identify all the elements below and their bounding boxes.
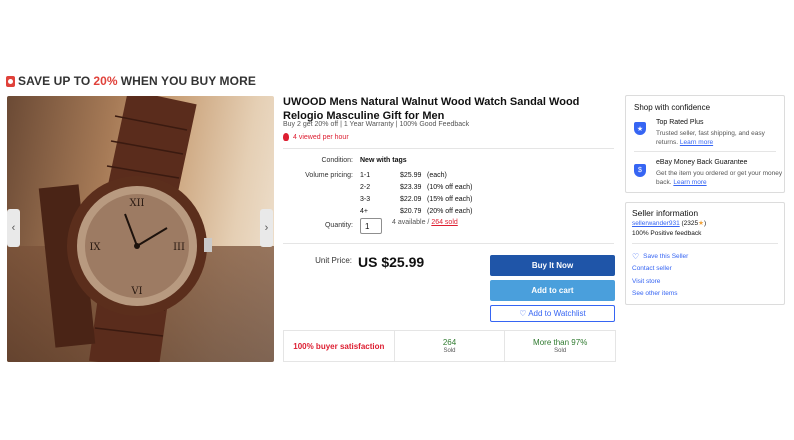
next-image-button[interactable]: › bbox=[260, 209, 273, 247]
seller-rating-end: ) bbox=[703, 220, 707, 227]
chevron-right-icon: › bbox=[264, 222, 269, 234]
top-rated-text: Trusted seller, fast shipping, and easy … bbox=[656, 130, 765, 146]
heart-icon: ♡ bbox=[632, 252, 640, 261]
divider bbox=[283, 243, 614, 244]
more-than-text: More than 97% bbox=[533, 338, 588, 347]
save-seller-link[interactable]: ♡ Save this Seller bbox=[632, 252, 688, 261]
svg-text:IX: IX bbox=[89, 242, 101, 253]
fire-icon bbox=[283, 133, 289, 141]
product-image[interactable]: XII III VI IX bbox=[7, 96, 274, 362]
more-than-label: Sold bbox=[554, 348, 567, 354]
seller-rating: (2325 bbox=[681, 220, 699, 227]
learn-more-link[interactable]: Learn more bbox=[680, 139, 713, 146]
shop-with-confidence-panel: Shop with confidence ★ Top Rated Plus Tr… bbox=[625, 95, 785, 193]
condition-value: New with tags bbox=[360, 157, 407, 164]
top-rated-icon: ★ bbox=[634, 122, 646, 135]
promo-suffix: WHEN YOU BUY MORE bbox=[120, 74, 256, 88]
see-other-items-link[interactable]: See other items bbox=[632, 289, 678, 298]
volume-tier-row[interactable]: 1-1 $25.99 (each) bbox=[360, 172, 472, 184]
sold-stat: 264 Sold bbox=[393, 331, 505, 361]
add-to-cart-button[interactable]: Add to cart bbox=[490, 280, 615, 301]
svg-text:III: III bbox=[173, 242, 185, 253]
available-count: 4 available / bbox=[392, 219, 430, 226]
money-back-title: eBay Money Back Guarantee bbox=[656, 159, 748, 166]
money-back-text: Get the item you ordered or get your mon… bbox=[656, 170, 783, 186]
sold-count: 264 bbox=[442, 338, 457, 347]
contact-seller-link[interactable]: Contact seller bbox=[632, 264, 672, 273]
volume-tier-row[interactable]: 3-3 $22.09 (15% off each) bbox=[360, 196, 472, 208]
seller-name-row: sellerwander931 (2325★) bbox=[632, 219, 706, 228]
tier-qty: 2-2 bbox=[360, 184, 371, 191]
stats-bar: 100% buyer satisfaction 264 Sold More th… bbox=[283, 330, 616, 362]
unit-price-label: Unit Price: bbox=[315, 256, 352, 265]
tier-qty: 3-3 bbox=[360, 196, 371, 203]
shield-icon: $ bbox=[634, 164, 646, 177]
chevron-left-icon: ‹ bbox=[11, 222, 16, 234]
quantity-label: Quantity: bbox=[324, 222, 353, 229]
top-rated-title: Top Rated Plus bbox=[656, 119, 704, 126]
tier-note: (15% off each) bbox=[427, 196, 473, 203]
seller-heading: Seller information bbox=[632, 208, 699, 218]
confidence-heading: Shop with confidence bbox=[634, 103, 711, 112]
quantity-input[interactable]: 1 bbox=[360, 218, 382, 234]
seller-feedback: 100% Positive feedback bbox=[632, 230, 702, 237]
tier-note: (each) bbox=[427, 172, 447, 179]
availability: 4 available / 264 sold bbox=[392, 219, 458, 226]
more-than-stat: More than 97% Sold bbox=[504, 331, 615, 361]
volume-tier-row[interactable]: 2-2 $23.39 (10% off each) bbox=[360, 184, 472, 196]
visit-store-link[interactable]: Visit store bbox=[632, 277, 660, 286]
seller-information-panel: Seller information sellerwander931 (2325… bbox=[625, 202, 785, 305]
volume-pricing-label: Volume pricing: bbox=[305, 172, 353, 179]
volume-pricing-table: 1-1 $25.99 (each) 2-2 $23.39 (10% off ea… bbox=[360, 172, 472, 220]
prev-image-button[interactable]: ‹ bbox=[7, 209, 20, 247]
learn-more-link[interactable]: Learn more bbox=[673, 179, 706, 186]
sale-tag-icon bbox=[6, 75, 15, 87]
tier-price: $22.09 bbox=[400, 196, 422, 203]
sold-link[interactable]: 264 sold bbox=[431, 219, 457, 226]
promo-banner: SAVE UP TO 20% WHEN YOU BUY MORE bbox=[6, 73, 256, 89]
product-subtitle: Buy 2 get 20% off | 1 Year Warranty | 10… bbox=[283, 121, 470, 128]
divider bbox=[283, 148, 614, 149]
seller-name-link[interactable]: sellerwander931 bbox=[632, 220, 680, 227]
divider bbox=[632, 243, 778, 244]
promo-highlight: 20% bbox=[93, 74, 118, 88]
viewed-per-hour: 4 viewed per hour bbox=[283, 133, 349, 141]
unit-price: US $25.99 bbox=[358, 254, 425, 270]
divider bbox=[634, 151, 776, 152]
condition-label: Condition: bbox=[321, 157, 353, 164]
tier-price: $23.39 bbox=[400, 184, 422, 191]
tier-price: $25.99 bbox=[400, 172, 422, 179]
product-title: UWOOD Mens Natural Walnut Wood Watch San… bbox=[283, 96, 580, 122]
promo-prefix: SAVE UP TO bbox=[18, 74, 91, 88]
tier-note: (10% off each) bbox=[427, 184, 473, 191]
svg-text:XII: XII bbox=[129, 198, 144, 209]
watch-photo: XII III VI IX bbox=[38, 96, 212, 362]
save-seller-text: Save this Seller bbox=[643, 253, 689, 260]
buy-it-now-button[interactable]: Buy It Now bbox=[490, 255, 615, 276]
satisfaction-stat: 100% buyer satisfaction bbox=[284, 331, 394, 361]
add-to-watchlist-button[interactable]: ♡ Add to Watchlist bbox=[490, 305, 615, 322]
viewed-text: 4 viewed per hour bbox=[293, 133, 349, 141]
tier-qty: 1-1 bbox=[360, 172, 371, 179]
svg-text:VI: VI bbox=[130, 286, 142, 297]
sold-label: Sold bbox=[443, 348, 456, 354]
satisfaction-text: 100% buyer satisfaction bbox=[293, 341, 385, 351]
